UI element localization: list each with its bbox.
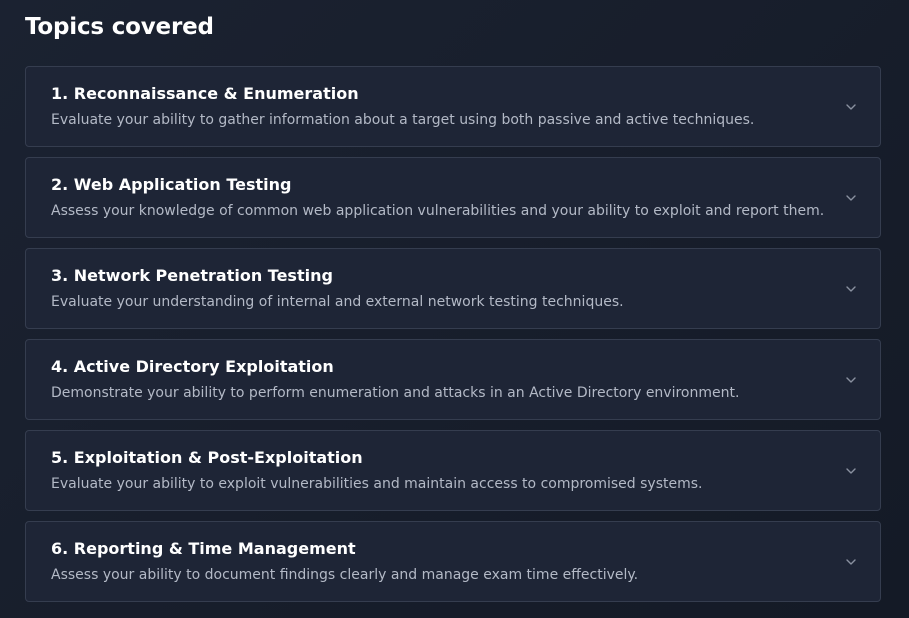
chevron-down-icon[interactable] — [844, 555, 858, 569]
accordion-item-description: Assess your knowledge of common web appl… — [51, 203, 825, 219]
accordion-item-title: 2. Web Application Testing — [51, 175, 292, 194]
chevron-down-icon[interactable] — [844, 282, 858, 296]
accordion-item-network-penetration[interactable]: 3. Network Penetration Testing Evaluate … — [25, 248, 881, 329]
accordion-item-reporting[interactable]: 6. Reporting & Time Management Assess yo… — [25, 521, 881, 602]
accordion-item-title: 4. Active Directory Exploitation — [51, 357, 334, 376]
chevron-down-icon[interactable] — [844, 100, 858, 114]
chevron-down-icon[interactable] — [844, 373, 858, 387]
accordion-item-title: 1. Reconnaissance & Enumeration — [51, 84, 359, 103]
chevron-down-icon[interactable] — [844, 464, 858, 478]
section-title: Topics covered — [25, 14, 214, 40]
accordion-item-description: Evaluate your ability to exploit vulnera… — [51, 476, 703, 492]
accordion-item-title: 5. Exploitation & Post-Exploitation — [51, 448, 363, 467]
accordion-item-web-application[interactable]: 2. Web Application Testing Assess your k… — [25, 157, 881, 238]
accordion-item-description: Demonstrate your ability to perform enum… — [51, 385, 740, 401]
accordion-item-description: Evaluate your ability to gather informat… — [51, 112, 755, 128]
accordion-item-description: Assess your ability to document findings… — [51, 567, 639, 583]
accordion-item-exploitation[interactable]: 5. Exploitation & Post-Exploitation Eval… — [25, 430, 881, 511]
accordion-item-reconnaissance[interactable]: 1. Reconnaissance & Enumeration Evaluate… — [25, 66, 881, 147]
accordion-item-title: 3. Network Penetration Testing — [51, 266, 333, 285]
chevron-down-icon[interactable] — [844, 191, 858, 205]
accordion-item-active-directory[interactable]: 4. Active Directory Exploitation Demonst… — [25, 339, 881, 420]
topics-section: Topics covered 1. Reconnaissance & Enume… — [0, 0, 909, 618]
accordion-item-description: Evaluate your understanding of internal … — [51, 294, 624, 310]
accordion-item-title: 6. Reporting & Time Management — [51, 539, 356, 558]
topics-accordion: 1. Reconnaissance & Enumeration Evaluate… — [25, 66, 881, 612]
